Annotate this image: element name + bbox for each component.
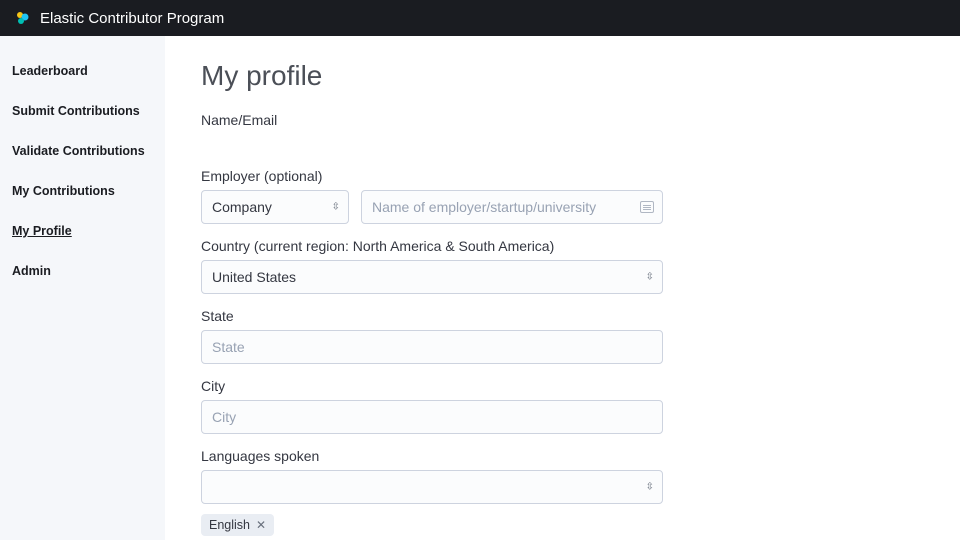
chevron-sort-icon: ⇳ <box>646 482 654 493</box>
sidebar-item-my-contributions[interactable]: My Contributions <box>12 176 165 206</box>
state-placeholder: State <box>212 339 245 355</box>
country-label: Country (current region: North America &… <box>201 238 924 254</box>
state-input[interactable]: State <box>201 330 663 364</box>
city-placeholder: City <box>212 409 236 425</box>
country-select[interactable]: United States ⇳ <box>201 260 663 294</box>
autofill-icon <box>640 201 654 213</box>
languages-select[interactable]: ⇳ <box>201 470 663 504</box>
sidebar-item-validate-contributions[interactable]: Validate Contributions <box>12 136 165 166</box>
app-header: Elastic Contributor Program <box>0 0 960 36</box>
main-content: My profile Name/Email Employer (optional… <box>165 36 960 540</box>
name-email-label: Name/Email <box>201 112 924 128</box>
sidebar-item-my-profile[interactable]: My Profile <box>12 216 165 246</box>
chevron-sort-icon: ⇳ <box>646 272 654 283</box>
employer-type-value: Company <box>212 199 272 215</box>
employer-name-input[interactable]: Name of employer/startup/university <box>361 190 663 224</box>
city-label: City <box>201 378 924 394</box>
employer-type-select[interactable]: Company ⇳ <box>201 190 349 224</box>
elastic-logo-icon <box>14 10 30 26</box>
sidebar-item-leaderboard[interactable]: Leaderboard <box>12 56 165 86</box>
employer-name-placeholder: Name of employer/startup/university <box>372 199 596 215</box>
city-input[interactable]: City <box>201 400 663 434</box>
language-tag-label: English <box>209 518 250 532</box>
chevron-sort-icon: ⇳ <box>332 202 340 213</box>
language-tag: English ✕ <box>201 514 274 536</box>
sidebar: Leaderboard Submit Contributions Validat… <box>0 36 165 540</box>
languages-label: Languages spoken <box>201 448 924 464</box>
page-title: My profile <box>201 60 924 92</box>
employer-label: Employer (optional) <box>201 168 924 184</box>
sidebar-item-submit-contributions[interactable]: Submit Contributions <box>12 96 165 126</box>
app-title: Elastic Contributor Program <box>40 10 224 27</box>
country-value: United States <box>212 269 296 285</box>
state-label: State <box>201 308 924 324</box>
close-icon[interactable]: ✕ <box>256 518 266 532</box>
sidebar-item-admin[interactable]: Admin <box>12 256 165 286</box>
